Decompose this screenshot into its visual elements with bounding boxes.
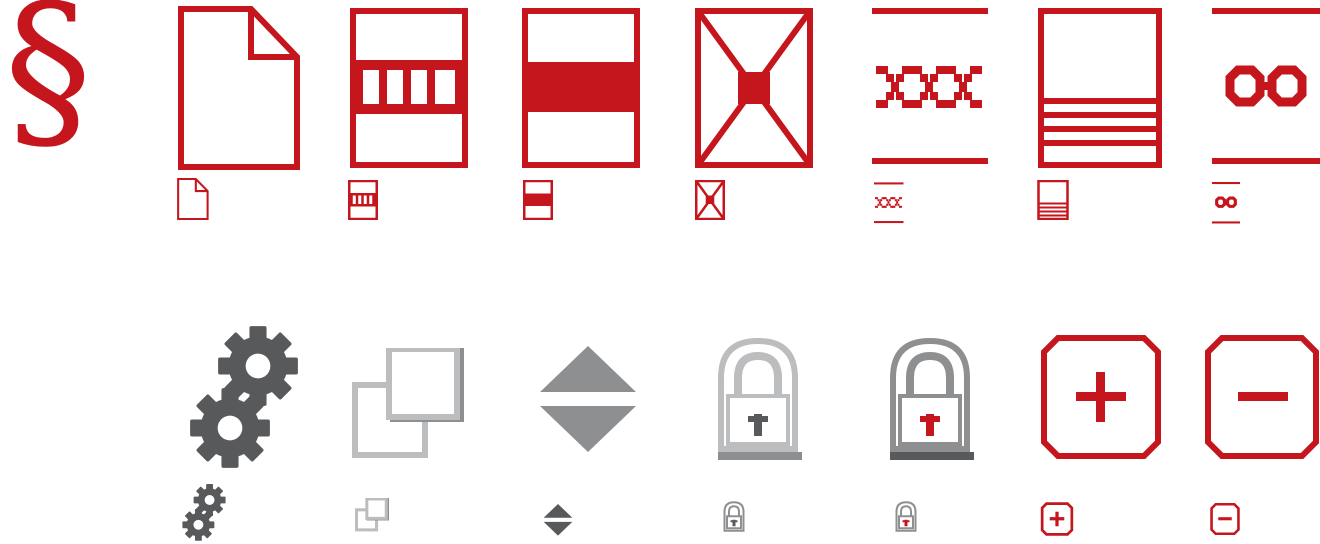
up-down-arrows-icon-small[interactable] [543, 504, 573, 538]
minus-icon[interactable] [1204, 334, 1320, 460]
gears-icon-small[interactable] [180, 480, 228, 544]
toolbar-frame-icon-small[interactable] [348, 180, 378, 220]
up-down-arrows-icon[interactable] [540, 346, 636, 460]
gears-icon[interactable] [186, 316, 302, 476]
lined-frame-icon-small[interactable] [1037, 180, 1069, 220]
plus-icon-small[interactable] [1040, 502, 1074, 536]
section-sign: § [4, 0, 92, 172]
lock-gray-icon-small[interactable] [723, 500, 745, 534]
plus-icon[interactable] [1040, 334, 1162, 460]
overlapping-squares-icon[interactable] [352, 348, 464, 460]
chain-rule-icon[interactable] [872, 8, 990, 170]
lined-frame-icon[interactable] [1038, 8, 1162, 168]
overlapping-squares-icon-small[interactable] [355, 498, 389, 532]
minus-icon-small[interactable] [1210, 502, 1240, 536]
chain-rule-icon-small[interactable] [874, 180, 904, 226]
infinity-rule-icon[interactable] [1212, 8, 1320, 170]
center-band-icon-small[interactable] [523, 180, 553, 220]
lock-red-icon[interactable] [886, 334, 974, 464]
crossed-frame-icon[interactable] [695, 8, 813, 168]
lock-gray-icon[interactable] [714, 334, 802, 464]
toolbar-frame-icon[interactable] [350, 8, 468, 168]
infinity-rule-icon-small[interactable] [1212, 180, 1240, 226]
crossed-frame-icon-small[interactable] [695, 180, 725, 220]
lock-red-icon-small[interactable] [895, 500, 917, 534]
document-icon-small[interactable] [177, 178, 209, 220]
document-icon[interactable] [178, 6, 302, 170]
center-band-icon[interactable] [522, 8, 640, 168]
